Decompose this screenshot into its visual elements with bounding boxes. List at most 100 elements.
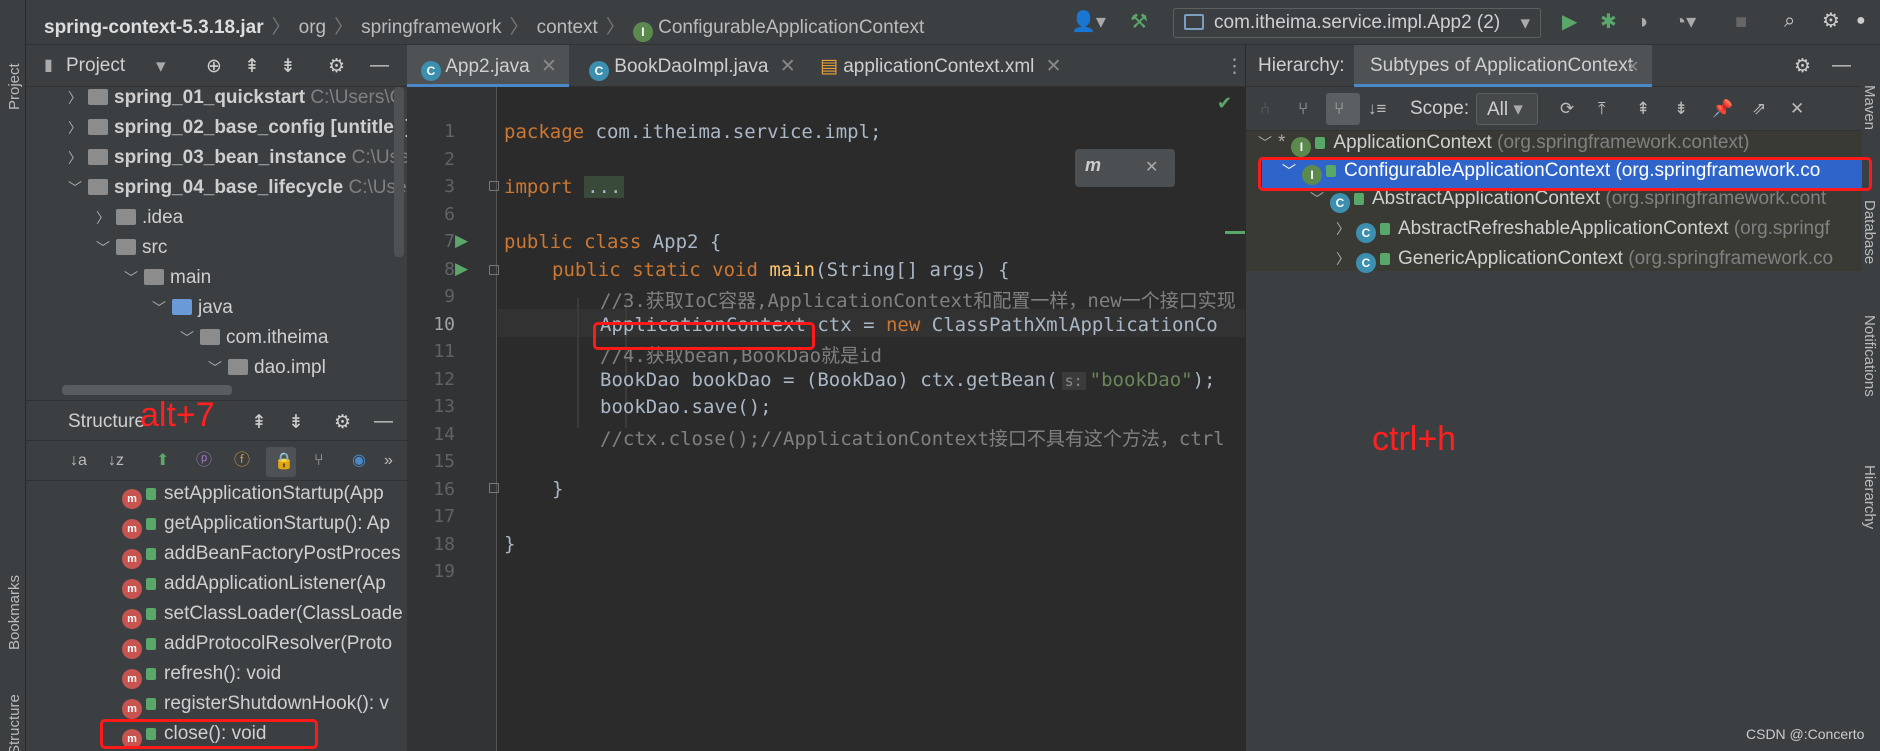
refresh-icon[interactable]: ⟳ [1560,99,1574,119]
fold-icon[interactable] [489,483,499,493]
collapse-all-icon[interactable]: ⇟ [280,55,296,78]
breadcrumb-class[interactable]: ConfigurableApplicationContext [658,17,924,38]
anonymous-icon[interactable]: ◉ [352,451,366,471]
close-icon[interactable]: ✕ [1790,99,1804,119]
maven-tool-tab[interactable]: Maven [1861,85,1878,130]
fold-icon[interactable] [489,265,499,275]
import-fold[interactable]: ... [584,176,625,198]
gear-icon[interactable]: ⚙ [334,411,351,434]
expand-all-icon[interactable]: ⇞ [251,411,267,434]
run-gutter-icon[interactable]: ▶ [455,259,468,279]
tab-app2[interactable]: C App2.java ✕ [407,45,569,87]
line-number: 12 [433,369,455,390]
method-item[interactable]: m getApplicationStartup(): Ap [26,513,390,543]
close-icon[interactable]: ✕ [780,56,796,77]
debug-bug-icon[interactable]: ✱ [1600,12,1617,32]
close-icon[interactable]: ✕ [1046,56,1062,77]
user-dropdown-icon[interactable]: 👤▾ [1071,12,1106,32]
line-number: 16 [433,479,455,500]
locate-icon[interactable]: ⊕ [206,55,222,78]
sort-icon[interactable]: ↓≡ [1368,99,1386,119]
expand-all-icon[interactable]: ⇞ [1636,99,1650,119]
vertical-scrollbar[interactable] [394,87,404,257]
properties-icon[interactable]: ⓟ [196,451,212,471]
profiler-icon[interactable]: ◔▾ [1674,12,1696,32]
notifications-tool-tab[interactable]: Notifications [1861,315,1878,397]
gear-icon[interactable]: ⚙ [1794,55,1811,78]
collapse-all-icon[interactable]: ⇟ [288,411,304,434]
fold-icon[interactable] [489,181,499,191]
code-editor[interactable]: C App2.java ✕ C BookDaoImpl.java ✕ ▤ app… [407,45,1245,751]
breadcrumb-context[interactable]: context [537,17,598,38]
inherited-icon[interactable]: ⬆ [156,451,169,471]
gear-icon[interactable]: ⚙ [328,55,345,78]
project-pane-title[interactable]: Project [66,55,125,77]
sort-visibility-icon[interactable]: ↓z [108,451,124,471]
account-icon[interactable]: ● [1856,11,1866,31]
structure-pane-title[interactable]: Structure [68,411,145,433]
project-tool-tab[interactable]: Project [6,63,23,110]
hierarchy-tool-tab[interactable]: Hierarchy [1861,465,1878,529]
hierarchy-icon[interactable]: ⑂ [314,451,324,471]
tree-item-spring01[interactable]: 〉 spring_01_quickstart C:\Users\C [26,87,403,117]
more-vertical-icon[interactable]: ⋮ [1225,55,1244,78]
run-gutter-icon[interactable]: ▶ [455,231,468,251]
run-configuration-select[interactable]: com.itheima.service.impl.App2 (2) ▾ [1173,8,1541,38]
search-icon[interactable]: ⌕ [1784,11,1795,31]
build-hammer-icon[interactable]: ⚒ [1130,12,1148,32]
chevron-down-icon[interactable]: ▾ [156,55,166,78]
breadcrumb-org[interactable]: org [299,17,326,38]
tree-item-dao-impl[interactable]: ﹀ dao.impl [26,357,326,387]
minimize-icon[interactable]: — [374,411,393,433]
method-item[interactable]: m addApplicationListener(Ap [26,573,386,603]
maven-reload-popup[interactable]: m ✕ [1075,149,1175,187]
breadcrumb-springframework[interactable]: springframework [361,17,501,38]
structure-tool-tab[interactable]: Structure [6,694,23,751]
annotation-ctrlh: ctrl+h [1372,420,1457,458]
type-hierarchy-icon[interactable]: ⑂ [1298,99,1308,119]
stop-icon[interactable]: ■ [1735,12,1747,32]
gear-icon[interactable]: ⚙ [1822,11,1840,31]
open-new-tab-icon[interactable]: ⇗ [1752,99,1766,119]
expand-all-icon[interactable]: ⇞ [244,55,260,78]
coverage-icon[interactable]: ◑ [1636,12,1648,32]
hierarchy-item-generic[interactable]: 〉 C GenericApplicationContext (org.springf… [1246,248,1833,278]
inspection-ok-icon[interactable]: ✔ [1217,93,1232,114]
maven-reload-icon[interactable]: m [1085,155,1101,176]
bookmarks-tool-tab[interactable]: Bookmarks [6,575,23,650]
tree-item-spring03[interactable]: 〉 spring_03_bean_instance C:\Use [26,147,410,177]
tree-item-main[interactable]: ﹀ main [26,267,211,297]
hierarchy-item-abstract-refreshable[interactable]: 〉 C AbstractRefreshableApplicationContext … [1246,218,1830,248]
method-item[interactable]: m setClassLoader(ClassLoade [26,603,403,633]
export-icon[interactable]: ⤒ [1598,99,1606,119]
minimize-icon[interactable]: — [370,55,389,77]
method-item[interactable]: m setApplicationStartup(App [26,483,384,513]
hierarchy-item-abstract-app[interactable]: ﹀ C AbstractApplicationContext (org.spring… [1246,188,1826,218]
horizontal-scrollbar[interactable] [62,385,232,395]
pin-icon[interactable]: 📌 [1712,99,1733,119]
tree-item-java[interactable]: ﹀ java [26,297,233,327]
minimize-icon[interactable]: — [1832,55,1851,77]
run-icon[interactable]: ▶ [1562,12,1577,32]
tab-applicationcontext-xml[interactable]: ▤ applicationContext.xml ✕ [812,45,1082,87]
close-icon[interactable]: ✕ [541,56,557,77]
breadcrumb-jar[interactable]: spring-context-5.3.18.jar [44,17,264,38]
method-item[interactable]: m refresh(): void [26,663,281,693]
scope-select[interactable]: All ▾ [1476,93,1538,125]
collapse-all-icon[interactable]: ⇟ [1674,99,1688,119]
more-icon[interactable]: » [384,451,393,471]
close-icon[interactable]: ✕ [1145,157,1158,177]
close-icon[interactable]: ✕ [1626,57,1639,77]
tab-bookdaoimpl[interactable]: C BookDaoImpl.java ✕ [577,45,807,87]
method-item[interactable]: m addProtocolResolver(Proto [26,633,392,663]
tree-item-com-itheima[interactable]: ﹀ com.itheima [26,327,328,357]
tree-item-src[interactable]: ﹀ src [26,237,167,267]
database-tool-tab[interactable]: Database [1861,200,1878,264]
method-item[interactable]: m addBeanFactoryPostProces [26,543,401,573]
tree-item-spring04[interactable]: ﹀ spring_04_base_lifecycle C:\User [26,177,413,207]
fields-icon[interactable]: ⓕ [234,451,250,471]
tree-item-spring02[interactable]: 〉 spring_02_base_config [untitled] [26,117,412,147]
tree-item-idea[interactable]: 〉 .idea [26,207,183,237]
supertypes-icon[interactable]: ⑃ [1260,99,1270,119]
sort-alpha-icon[interactable]: ↓a [70,451,87,471]
